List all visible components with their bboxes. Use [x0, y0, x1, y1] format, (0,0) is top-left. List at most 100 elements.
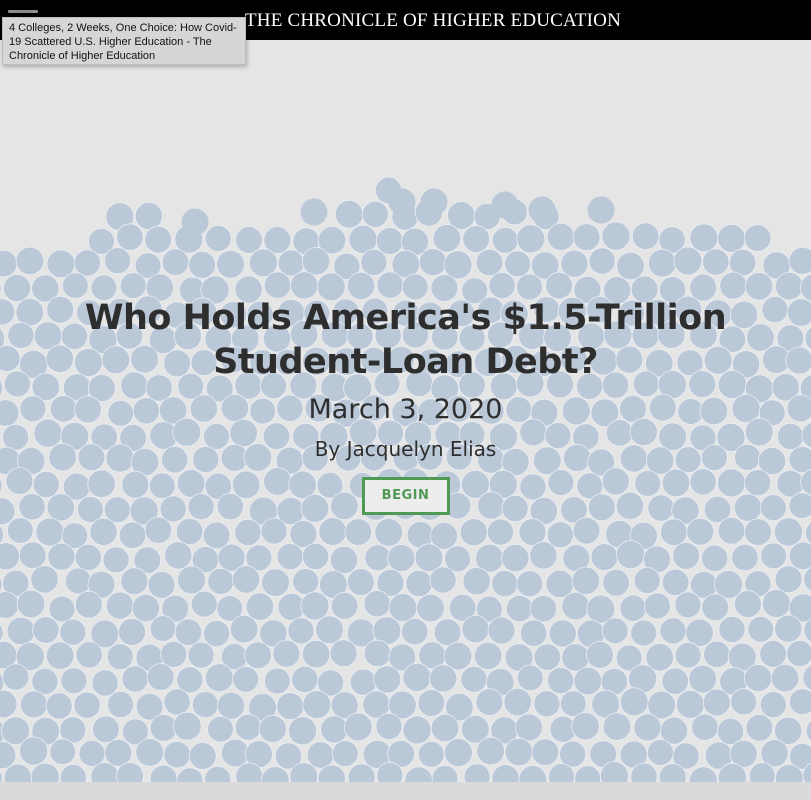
debt-bubble	[73, 249, 102, 277]
debt-bubble	[220, 738, 250, 768]
debt-bubble	[672, 541, 700, 570]
debt-bubble	[291, 665, 319, 694]
debt-bubble	[306, 741, 335, 769]
debt-bubble	[204, 765, 232, 782]
debt-bubble	[731, 543, 759, 572]
debt-bubble	[75, 641, 103, 669]
debt-bubble	[204, 225, 232, 252]
debt-bubble	[774, 565, 803, 594]
debt-bubble	[647, 248, 677, 278]
debt-bubble	[334, 199, 364, 229]
debt-bubble	[546, 666, 575, 695]
debt-bubble	[475, 688, 504, 716]
debt-bubble	[529, 595, 558, 623]
debt-bubble	[360, 248, 388, 276]
debt-bubble	[232, 665, 260, 693]
debt-bubble	[190, 590, 218, 618]
debt-bubble	[388, 188, 416, 216]
debt-bubble	[433, 618, 462, 647]
debt-bubble	[106, 643, 134, 671]
debt-bubble	[245, 592, 275, 621]
debt-bubble	[74, 590, 103, 619]
debt-bubble	[59, 618, 87, 646]
debt-bubble	[47, 542, 76, 571]
debt-bubble	[601, 617, 629, 645]
debt-bubble	[760, 542, 787, 570]
bottom-strip	[0, 782, 811, 800]
debt-bubble	[300, 198, 328, 226]
debt-bubble	[703, 640, 731, 668]
debt-bubble	[531, 738, 560, 766]
debt-bubble	[786, 639, 811, 668]
debt-bubble	[216, 249, 246, 279]
debt-bubble	[759, 691, 787, 719]
debt-bubble	[164, 541, 193, 570]
debt-bubble	[276, 692, 305, 721]
debt-bubble	[432, 224, 462, 253]
debt-bubble	[176, 517, 204, 546]
debt-bubble	[315, 615, 344, 645]
debt-bubble	[503, 687, 532, 717]
debt-bubble	[674, 641, 702, 669]
debt-bubble	[105, 591, 134, 620]
debt-bubble	[45, 641, 75, 670]
debt-bubble	[6, 517, 34, 544]
debt-bubble	[743, 224, 772, 252]
debt-bubble	[147, 570, 176, 599]
debt-bubble	[258, 714, 287, 743]
debt-bubble	[770, 663, 800, 693]
hero-section: Who Holds America's $1.5-Trillion Studen…	[0, 296, 811, 515]
debt-bubble	[376, 271, 404, 299]
debt-bubble	[674, 591, 702, 619]
debt-bubble	[102, 546, 130, 574]
debt-bubble	[491, 764, 520, 782]
debt-bubble	[417, 689, 446, 717]
debt-bubble	[545, 271, 573, 300]
debt-bubble	[548, 619, 577, 648]
debt-bubble	[116, 223, 144, 251]
debt-bubble	[59, 764, 87, 782]
debt-bubble	[514, 713, 543, 742]
link-tooltip: 4 Colleges, 2 Weeks, One Choice: How Cov…	[2, 17, 246, 65]
debt-bubble	[107, 691, 135, 719]
site-masthead[interactable]: THE CHRONICLE OF HIGHER EDUCATION	[245, 10, 621, 32]
hamburger-menu-icon[interactable]	[8, 10, 38, 14]
debt-bubble	[405, 569, 433, 598]
debt-bubble	[491, 570, 519, 598]
debt-bubble	[6, 616, 36, 646]
debt-bubble	[673, 246, 703, 276]
debt-bubble	[633, 567, 661, 594]
debt-bubble	[229, 615, 259, 644]
debt-bubble	[121, 665, 149, 693]
debt-bubble	[89, 517, 118, 546]
debt-bubble	[343, 712, 373, 742]
debt-bubble	[730, 688, 758, 716]
debt-bubble	[631, 222, 660, 251]
debt-bubble	[302, 690, 332, 719]
debt-bubble	[104, 247, 132, 275]
debt-bubble	[203, 620, 231, 648]
debt-bubble	[361, 200, 389, 228]
debt-bubble	[163, 740, 191, 769]
begin-button[interactable]: BEGIN	[361, 477, 450, 515]
author-byline: By Jacquelyn Elias	[314, 437, 497, 461]
debt-bubble	[546, 222, 576, 251]
debt-bubble	[16, 589, 46, 619]
debt-bubble	[572, 516, 601, 545]
debt-bubble	[417, 741, 445, 768]
debt-bubble	[491, 226, 519, 254]
debt-bubble	[207, 715, 234, 743]
debt-bubble	[388, 593, 418, 622]
debt-bubble	[135, 738, 165, 767]
debt-bubble	[460, 665, 488, 693]
debt-bubble	[429, 566, 457, 594]
debt-bubble	[734, 590, 762, 618]
debt-bubble	[231, 565, 261, 594]
debt-bubble	[181, 208, 209, 236]
debt-bubble	[643, 592, 671, 620]
debt-bubble	[689, 223, 719, 253]
debt-bubble	[571, 566, 601, 596]
debt-bubble	[602, 712, 632, 741]
debt-bubble	[702, 248, 730, 276]
debt-bubble	[616, 540, 646, 570]
